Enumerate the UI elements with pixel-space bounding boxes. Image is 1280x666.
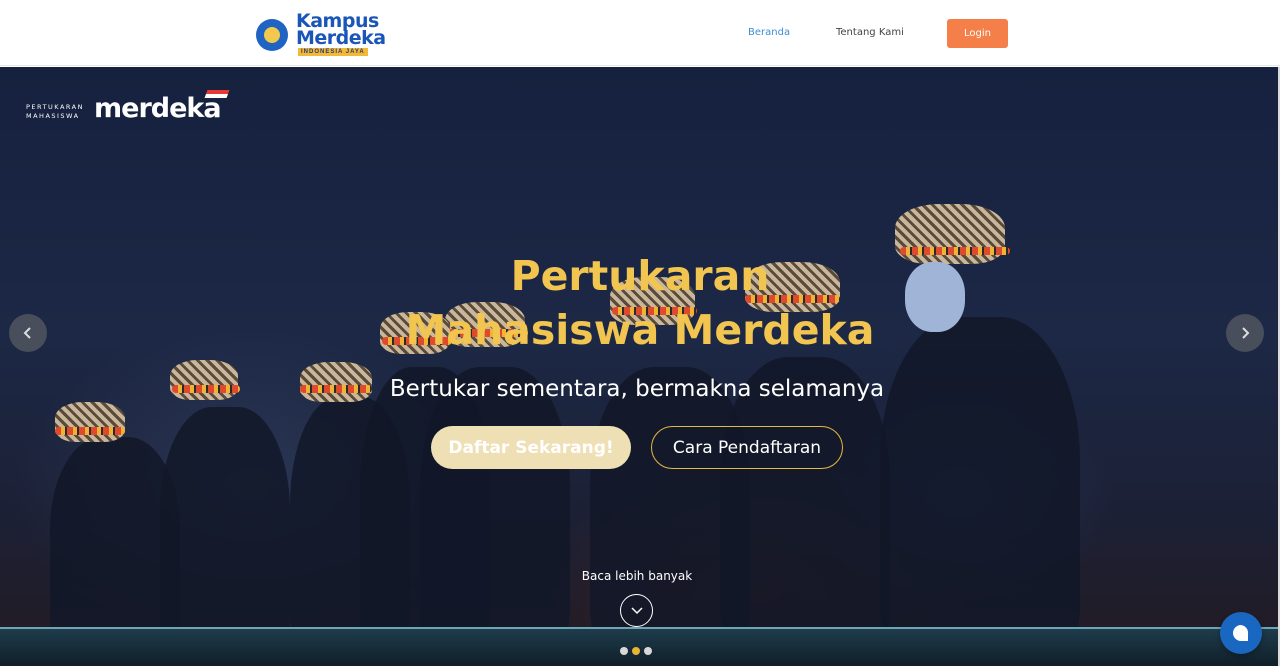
chat-bubble-icon [1233,625,1249,641]
hero-title-line-1: Pertukaran [510,252,770,300]
brand-wordmark: merdeka [94,93,222,124]
flag-icon [204,90,230,98]
carousel-dot[interactable] [644,647,652,655]
dancer-figure [290,397,410,666]
carousel-next-button[interactable] [1226,314,1264,352]
headband [55,427,125,435]
headband [172,385,240,393]
carousel-prev-button[interactable] [9,314,47,352]
tut-wuri-emblem-icon [256,19,288,51]
cara-pendaftaran-button[interactable]: Cara Pendaftaran [651,426,843,469]
top-navbar: Kampus Merdeka INDONESIA JAYA Beranda Te… [0,0,1280,66]
chevron-down-icon [630,606,643,614]
carousel-dot[interactable] [620,647,628,655]
scroll-down-button[interactable] [620,594,653,627]
login-button[interactable]: Login [947,19,1008,48]
dancer-figure [590,367,750,666]
read-more-label: Baca lebih banyak [581,569,693,583]
chevron-right-icon [1242,327,1250,339]
chat-widget-button[interactable] [1220,612,1262,654]
dancer-figure [880,317,1080,666]
logo-tagline: INDONESIA JAYA [298,48,368,56]
kampus-merdeka-logo[interactable]: Kampus Merdeka INDONESIA JAYA [254,10,386,58]
hero-subtitle: Bertukar sementara, bermakna selamanya [389,376,885,402]
nav-beranda[interactable]: Beranda [748,27,790,38]
dancer-headwrap [170,360,238,400]
nav-tentang-kami[interactable]: Tentang Kami [836,27,904,38]
brand-small-text: PERTUKARAN MAHASISWA [26,103,84,120]
hero-title-line-2: Mahasiswa Merdeka [405,306,875,354]
dancer-headwrap [55,402,125,442]
logo-line-2: Merdeka [296,27,386,49]
chevron-left-icon [23,327,31,339]
carousel-indicators [620,647,652,655]
daftar-sekarang-button[interactable]: Daftar Sekarang! [431,426,631,469]
carousel-dot-active[interactable] [632,647,640,655]
